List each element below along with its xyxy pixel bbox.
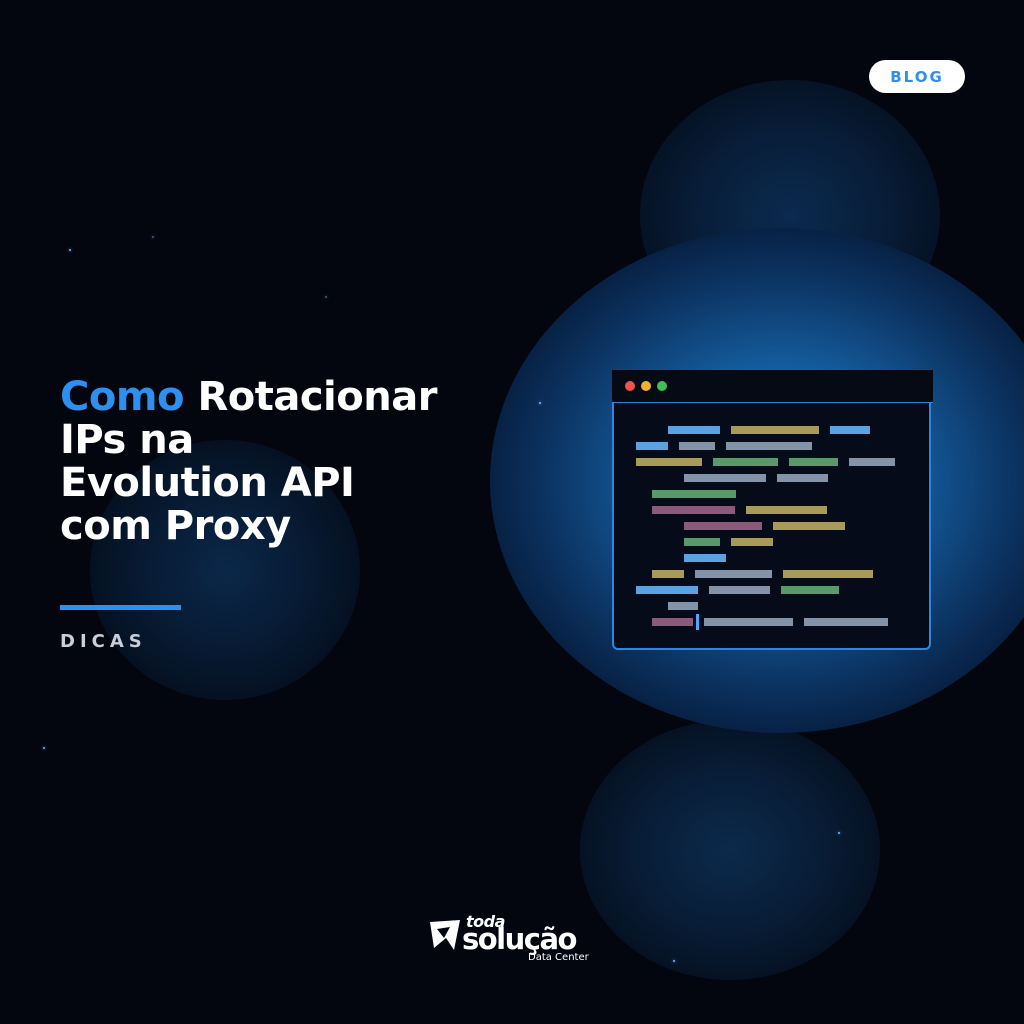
code-token	[783, 570, 873, 578]
code-token	[684, 554, 726, 562]
code-token	[746, 506, 827, 514]
code-token	[668, 602, 698, 610]
star-icon	[838, 832, 840, 834]
star-icon	[69, 249, 71, 251]
title-divider	[60, 605, 181, 610]
minimize-dot-icon	[641, 381, 651, 391]
title-line-1: Rotacionar	[197, 374, 437, 420]
code-token	[684, 522, 762, 530]
code-token	[704, 618, 793, 626]
code-token	[777, 474, 828, 482]
code-token	[652, 490, 736, 498]
maximize-dot-icon	[657, 381, 667, 391]
page-title: Como Rotacionar IPs na Evolution API com…	[60, 376, 500, 548]
code-token	[830, 426, 870, 434]
brand-logo[interactable]: toda solução Data Center	[428, 912, 608, 968]
close-dot-icon	[625, 381, 635, 391]
code-token	[804, 618, 888, 626]
code-token	[789, 458, 838, 466]
code-token	[849, 458, 895, 466]
logo-main-word: solução	[462, 922, 577, 956]
star-icon	[539, 402, 541, 404]
code-token	[695, 570, 772, 578]
blog-cover: BLOG Como Rotacionar IPs na Evolution AP…	[0, 0, 1024, 1024]
title-accent-word: Como	[60, 374, 185, 420]
star-icon	[673, 960, 675, 962]
title-line-2: IPs na	[60, 417, 194, 463]
code-token	[731, 538, 773, 546]
text-cursor	[696, 614, 699, 630]
code-token	[668, 426, 720, 434]
code-token	[636, 442, 668, 450]
category-label: DICAS	[60, 631, 147, 652]
code-token	[636, 458, 702, 466]
code-token	[726, 442, 812, 450]
code-token	[773, 522, 845, 530]
code-token	[652, 506, 735, 514]
code-token	[679, 442, 715, 450]
star-icon	[152, 236, 154, 238]
code-token	[684, 538, 720, 546]
logo-subtitle: Data Center	[528, 952, 589, 963]
star-icon	[43, 747, 45, 749]
code-token	[652, 570, 684, 578]
code-token	[684, 474, 766, 482]
blog-badge[interactable]: BLOG	[869, 60, 965, 93]
title-line-4: com Proxy	[60, 503, 291, 549]
code-token	[713, 458, 778, 466]
logo-arrow-icon	[430, 920, 460, 950]
title-line-3: Evolution API	[60, 460, 355, 506]
star-icon	[325, 296, 327, 298]
code-token	[731, 426, 819, 434]
code-token	[709, 586, 770, 594]
code-token	[781, 586, 839, 594]
code-token	[636, 586, 698, 594]
background-glow-bottom	[580, 720, 880, 980]
code-token	[652, 618, 693, 626]
